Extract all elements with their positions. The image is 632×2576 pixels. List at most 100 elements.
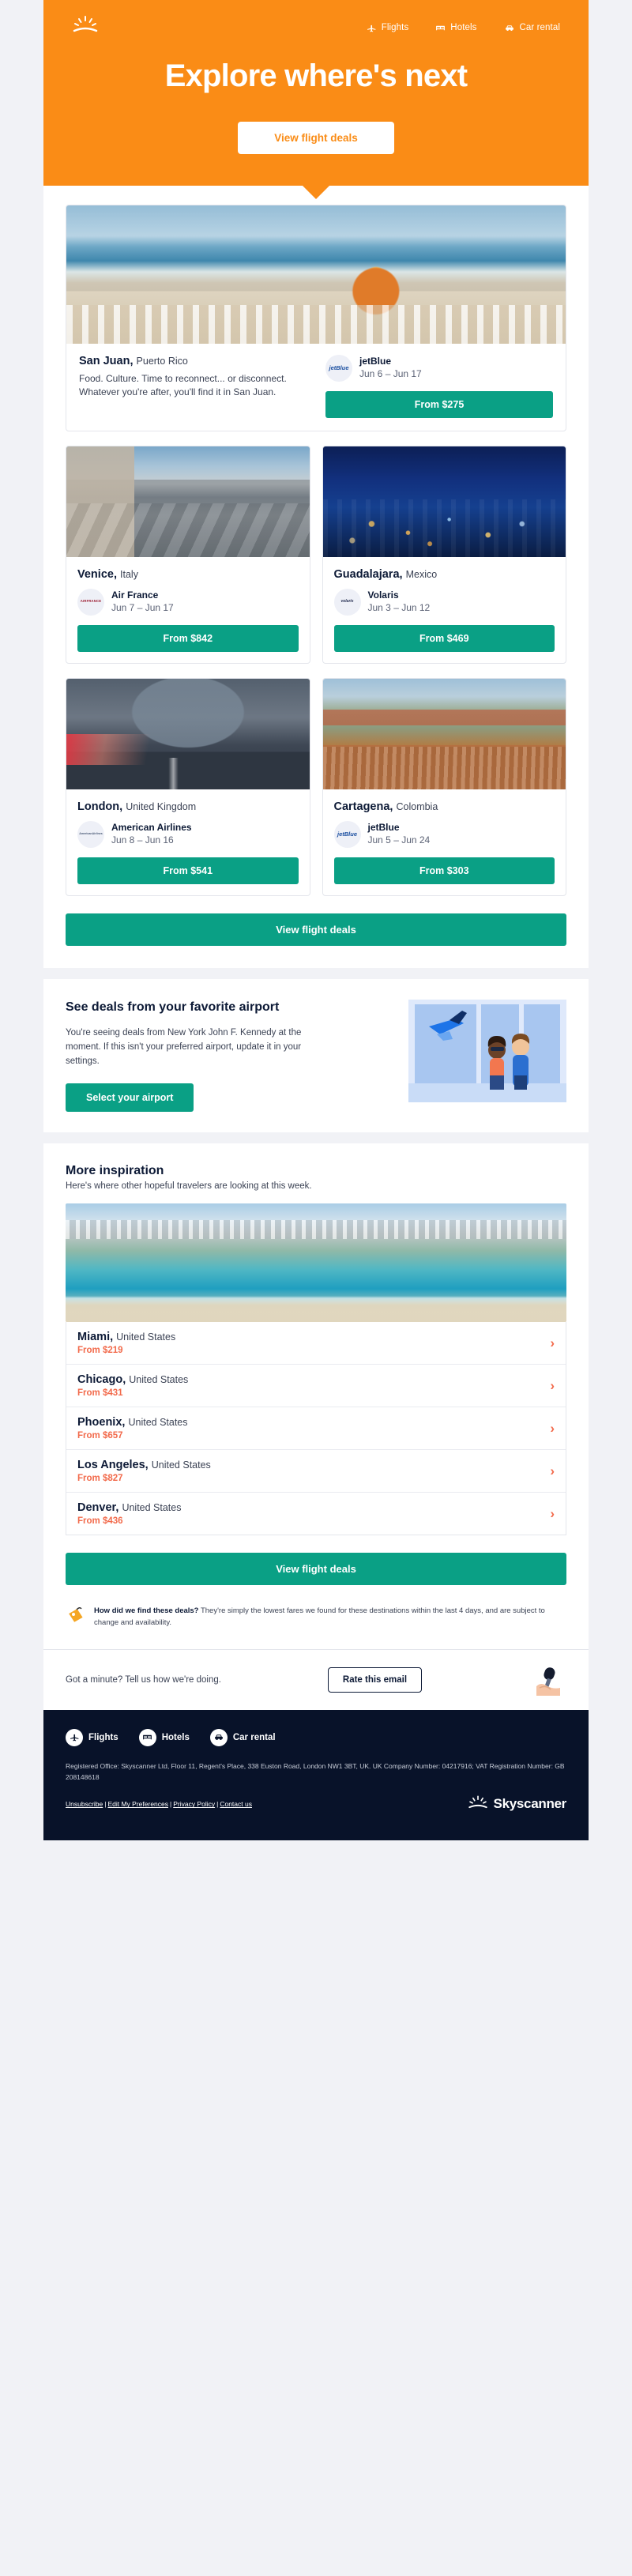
inspiration-header: More inspiration Here's where other hope… [43,1143,589,1191]
destination-line: San Juan, Puerto Rico [79,355,318,367]
inspiration-cta-wrap: View flight deals [43,1535,589,1590]
american-airlines-logo: AmericanAirlines [77,820,104,848]
destination-name: Phoenix, [77,1415,126,1429]
edit-preferences-link[interactable]: Edit My Preferences [107,1800,168,1808]
privacy-policy-link[interactable]: Privacy Policy [173,1800,215,1808]
price-button[interactable]: From $303 [333,857,555,884]
list-item-text: Phoenix, United States From $657 [77,1416,188,1441]
airline-name: jetBlue [359,356,392,367]
nav-item-hotels[interactable]: Hotels [435,23,476,33]
footer: Flights Hotels Car rental Registered Off… [43,1709,589,1840]
deal-card-london[interactable]: London, United Kingdom AmericanAirlines … [66,677,310,896]
bed-icon [435,23,446,33]
footer-nav-label: Flights [88,1732,118,1742]
car-icon [504,23,515,33]
featured-deal-card[interactable]: San Juan, Puerto Rico Food. Culture. Tim… [66,204,566,431]
destination-price: From $431 [77,1388,123,1398]
deals-panel: San Juan, Puerto Rico Food. Culture. Tim… [43,185,589,968]
select-your-airport-button[interactable]: Select your airport [66,1083,194,1112]
featured-card-info: San Juan, Puerto Rico Food. Culture. Tim… [79,355,325,418]
deal-card-body: Cartagena, Colombia jetBlue jetBlue Jun … [323,789,566,895]
nav-label: Hotels [450,23,477,32]
deal-card-cartagena[interactable]: Cartagena, Colombia jetBlue jetBlue Jun … [322,677,566,896]
destination-country: Colombia [396,800,438,812]
price-button[interactable]: From $842 [77,624,299,652]
deal-card-guadalajara[interactable]: Guadalajara, Mexico volaris Volaris Jun … [322,445,566,664]
deal-grid-row-1: Venice, Italy AIRFRANCE Air France Jun 7… [66,445,566,664]
unsubscribe-link[interactable]: Unsubscribe [66,1800,103,1808]
airline-info: American Airlines Jun 8 – Jun 16 [111,822,192,846]
list-item-text: Chicago, United States From $431 [77,1373,188,1398]
san-juan-coastline-photo [66,205,566,344]
destination-price: From $827 [77,1473,123,1483]
favorite-airport-section: See deals from your favorite airport You… [43,979,589,1132]
list-item[interactable]: Chicago, United States From $431 › [66,1365,566,1407]
destination-line: Chicago, United States [77,1373,188,1386]
destination-name: Venice, [77,567,117,581]
destination-name: Cartagena, [333,800,393,813]
price-tag-icon [66,1606,86,1632]
price-button[interactable]: From $541 [77,857,299,884]
footer-nav-hotels[interactable]: Hotels [138,1728,190,1746]
skyscanner-sun-icon [72,16,99,33]
hero-spacer [43,154,589,186]
list-item[interactable]: Phoenix, United States From $657 › [66,1407,566,1450]
car-icon [209,1728,228,1746]
destination-name: Los Angeles, [77,1458,149,1471]
airline-name: Air France [111,589,159,601]
destination-name: Guadalajara, [333,567,403,581]
deal-card-body: London, United Kingdom AmericanAirlines … [66,789,310,895]
section-title: More inspiration [66,1163,164,1177]
list-item[interactable]: Los Angeles, United States From $827 › [66,1450,566,1493]
airline-info: Air France Jun 7 – Jun 17 [111,589,174,614]
deal-grid-row-2: London, United Kingdom AmericanAirlines … [66,677,566,896]
jetblue-logo: jetBlue [325,354,352,382]
footer-legal-text: Registered Office: Skyscanner Ltd, Floor… [66,1761,565,1781]
airline-info: Volaris Jun 3 – Jun 12 [368,589,431,614]
volaris-logo: volaris [333,588,361,616]
destination-line: London, United Kingdom [77,800,299,813]
rate-this-email-button[interactable]: Rate this email [327,1666,423,1693]
footer-nav-label: Car rental [232,1732,276,1742]
destination-country: Italy [120,568,138,580]
view-flight-deals-button-2[interactable]: View flight deals [66,913,566,946]
destination-country: United States [129,1373,189,1385]
nav-label: Flights [381,23,409,32]
destination-description: Food. Culture. Time to reconnect... or d… [79,372,287,397]
airport-window-travelers-illustration [408,999,566,1112]
deals-disclaimer: How did we find these deals? They're sim… [43,1590,589,1649]
featured-card-body: San Juan, Puerto Rico Food. Culture. Tim… [66,344,566,431]
section-subtitle: Here's where other hopeful travelers are… [66,1181,312,1191]
airline-row: jetBlue jetBlue Jun 5 – Jun 24 [333,820,555,848]
destination-country: United Kingdom [126,800,197,812]
price-button[interactable]: From $275 [325,390,553,418]
contact-us-link[interactable]: Contact us [220,1800,252,1808]
airline-row: jetBlue jetBlue Jun 6 – Jun 17 [325,354,553,382]
list-item[interactable]: Miami, United States From $219 › [66,1322,566,1365]
deal-card-body: Venice, Italy AIRFRANCE Air France Jun 7… [66,557,310,663]
footer-nav-car-rental[interactable]: Car rental [209,1728,276,1746]
favorite-airport-content: See deals from your favorite airport You… [66,1000,397,1112]
list-item[interactable]: Denver, United States From $436 › [66,1493,566,1535]
travel-dates: Jun 3 – Jun 12 [367,601,431,613]
nav-item-car-rental[interactable]: Car rental [504,23,561,33]
section-title: See deals from your favorite airport [66,1000,280,1014]
destination-line: Venice, Italy [77,568,299,581]
destination-country: United States [151,1459,211,1471]
destination-country: Mexico [405,568,438,580]
london-tower-bridge-photo [66,678,310,789]
travel-dates: Jun 7 – Jun 17 [111,601,174,613]
hero-nav: Flights Hotels Car rental [43,17,589,38]
deal-card-venice[interactable]: Venice, Italy AIRFRANCE Air France Jun 7… [66,445,310,664]
deal-cards-area: San Juan, Puerto Rico Food. Culture. Tim… [43,186,589,896]
destination-name: Chicago, [77,1373,126,1386]
inspiration-destination-list: Miami, United States From $219 › Chicago… [66,1321,566,1535]
nav-item-flights[interactable]: Flights [367,23,409,33]
footer-nav-flights[interactable]: Flights [66,1728,118,1746]
price-button[interactable]: From $469 [333,624,555,652]
view-flight-deals-button[interactable]: View flight deals [238,121,394,154]
chevron-right-icon: › [550,1463,555,1478]
hero-banner: Flights Hotels Car rental Explore where'… [43,0,589,199]
chevron-right-icon: › [550,1335,555,1350]
view-flight-deals-button-3[interactable]: View flight deals [66,1552,566,1585]
